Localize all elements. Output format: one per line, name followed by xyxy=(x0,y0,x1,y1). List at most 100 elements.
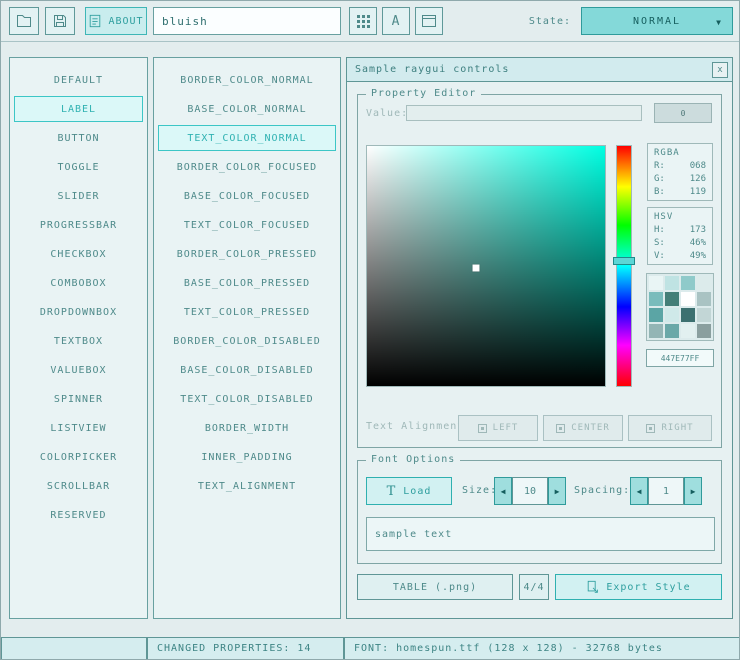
pages-value-box[interactable]: 4/4 xyxy=(519,574,549,600)
property-item-text-color-disabled[interactable]: TEXT_COLOR_DISABLED xyxy=(158,386,336,412)
color-swatch-4[interactable] xyxy=(649,292,663,306)
color-swatch-7[interactable] xyxy=(697,292,711,306)
toolbar: ABOUT A State: NORMAL ▼ xyxy=(1,1,740,42)
rgba-panel: RGBA R:068 G:126 B:119 xyxy=(647,143,713,201)
control-item-checkbox[interactable]: CHECKBOX xyxy=(14,241,143,267)
color-swatch-15[interactable] xyxy=(697,324,711,338)
style-table-button[interactable] xyxy=(349,7,377,35)
control-item-button[interactable]: BUTTON xyxy=(14,125,143,151)
color-swatch-3[interactable] xyxy=(697,276,711,290)
b-value: 119 xyxy=(690,186,706,199)
control-item-combobox[interactable]: COMBOBOX xyxy=(14,270,143,296)
spacing-label: Spacing: xyxy=(574,485,630,496)
close-icon: x xyxy=(717,65,722,75)
font-settings-button[interactable]: A xyxy=(382,7,410,35)
save-style-button[interactable] xyxy=(45,7,75,35)
info-document-icon xyxy=(88,14,102,28)
property-item-text-color-pressed[interactable]: TEXT_COLOR_PRESSED xyxy=(158,299,336,325)
property-editor-group: Property Editor Value: 0 RGBA R:068 G:12… xyxy=(357,94,722,448)
property-item-base-color-pressed[interactable]: BASE_COLOR_PRESSED xyxy=(158,270,336,296)
property-item-text-color-normal[interactable]: TEXT_COLOR_NORMAL xyxy=(158,125,336,151)
control-item-slider[interactable]: SLIDER xyxy=(14,183,143,209)
size-value-box[interactable]: 10 xyxy=(512,477,548,505)
state-dropdown-value: NORMAL xyxy=(633,16,681,27)
close-button[interactable]: x xyxy=(712,62,728,78)
spacing-value-box[interactable]: 1 xyxy=(648,477,684,505)
align-center-label: CENTER xyxy=(571,423,610,433)
control-item-default[interactable]: DEFAULT xyxy=(14,67,143,93)
size-label: Size: xyxy=(462,485,497,496)
control-item-reserved[interactable]: RESERVED xyxy=(14,502,143,528)
v-value: 49% xyxy=(690,250,706,263)
control-item-scrollbar[interactable]: SCROLLBAR xyxy=(14,473,143,499)
property-item-border-color-normal[interactable]: BORDER_COLOR_NORMAL xyxy=(158,67,336,93)
spacing-increase-button[interactable]: ▶ xyxy=(684,477,702,505)
color-swatch-13[interactable] xyxy=(665,324,679,338)
property-item-border-color-pressed[interactable]: BORDER_COLOR_PRESSED xyxy=(158,241,336,267)
chevron-down-icon: ▼ xyxy=(716,18,723,27)
color-swatch-11[interactable] xyxy=(697,308,711,322)
sample-controls-window: Sample raygui controls x Property Editor… xyxy=(346,57,733,619)
saturation-value-panel[interactable] xyxy=(366,145,606,387)
spacing-decrease-button[interactable]: ◀ xyxy=(630,477,648,505)
control-item-listview[interactable]: LISTVIEW xyxy=(14,415,143,441)
color-swatch-14[interactable] xyxy=(681,324,695,338)
about-button[interactable]: ABOUT xyxy=(85,7,147,35)
color-swatch-10[interactable] xyxy=(681,308,695,322)
window-toggle-button[interactable] xyxy=(415,7,443,35)
color-swatch-0[interactable] xyxy=(649,276,663,290)
align-center-icon xyxy=(556,424,565,433)
grid-icon xyxy=(356,14,371,29)
property-item-border-width[interactable]: BORDER_WIDTH xyxy=(158,415,336,441)
color-swatch-9[interactable] xyxy=(665,308,679,322)
hsv-panel: HSV H:173 S:46% V:49% xyxy=(647,207,713,265)
sample-text-box[interactable]: sample text xyxy=(366,517,715,551)
style-name-input[interactable] xyxy=(153,7,341,35)
hue-slider[interactable] xyxy=(616,145,632,387)
control-item-label[interactable]: LABEL xyxy=(14,96,143,122)
font-letter-icon: A xyxy=(392,14,401,29)
property-item-base-color-focused[interactable]: BASE_COLOR_FOCUSED xyxy=(158,183,336,209)
s-value: 46% xyxy=(690,237,706,250)
property-item-border-color-focused[interactable]: BORDER_COLOR_FOCUSED xyxy=(158,154,336,180)
control-item-progressbar[interactable]: PROGRESSBAR xyxy=(14,212,143,238)
open-style-button[interactable] xyxy=(9,7,39,35)
chevron-right-icon: ▶ xyxy=(555,487,560,496)
control-item-textbox[interactable]: TEXTBOX xyxy=(14,328,143,354)
font-load-button[interactable]: T Load xyxy=(366,477,452,505)
property-item-text-color-focused[interactable]: TEXT_COLOR_FOCUSED xyxy=(158,212,336,238)
align-center-button[interactable]: CENTER xyxy=(543,415,623,441)
table-export-button[interactable]: TABLE (.png) xyxy=(357,574,513,600)
property-item-inner-padding[interactable]: INNER_PADDING xyxy=(158,444,336,470)
color-swatch-2[interactable] xyxy=(681,276,695,290)
control-item-colorpicker[interactable]: COLORPICKER xyxy=(14,444,143,470)
align-right-icon xyxy=(646,424,655,433)
size-increase-button[interactable]: ▶ xyxy=(548,477,566,505)
floppy-disk-icon xyxy=(52,13,68,29)
hue-slider-handle[interactable] xyxy=(613,257,635,265)
value-box[interactable]: 0 xyxy=(654,103,712,123)
control-item-toggle[interactable]: TOGGLE xyxy=(14,154,143,180)
color-swatch-12[interactable] xyxy=(649,324,663,338)
property-item-border-color-disabled[interactable]: BORDER_COLOR_DISABLED xyxy=(158,328,336,354)
hex-value-box[interactable]: 447E77FF xyxy=(646,349,714,367)
property-item-text-alignment[interactable]: TEXT_ALIGNMENT xyxy=(158,473,336,499)
control-item-dropdownbox[interactable]: DROPDOWNBOX xyxy=(14,299,143,325)
align-right-button[interactable]: RIGHT xyxy=(628,415,712,441)
property-item-base-color-normal[interactable]: BASE_COLOR_NORMAL xyxy=(158,96,336,122)
control-item-spinner[interactable]: SPINNER xyxy=(14,386,143,412)
control-item-valuebox[interactable]: VALUEBOX xyxy=(14,357,143,383)
size-decrease-button[interactable]: ◀ xyxy=(494,477,512,505)
export-style-button[interactable]: Export Style xyxy=(555,574,722,600)
align-left-button[interactable]: LEFT xyxy=(458,415,538,441)
font-options-group-label: Font Options xyxy=(366,454,460,465)
state-dropdown[interactable]: NORMAL ▼ xyxy=(581,7,733,35)
sample-window-title: Sample raygui controls xyxy=(347,64,509,75)
property-item-base-color-disabled[interactable]: BASE_COLOR_DISABLED xyxy=(158,357,336,383)
color-swatch-1[interactable] xyxy=(665,276,679,290)
color-swatch-6[interactable] xyxy=(681,292,695,306)
statusbar-font-info: FONT: homespun.ttf (128 x 128) - 32768 b… xyxy=(344,637,740,660)
value-slider[interactable] xyxy=(406,105,642,121)
color-swatch-8[interactable] xyxy=(649,308,663,322)
color-swatch-5[interactable] xyxy=(665,292,679,306)
